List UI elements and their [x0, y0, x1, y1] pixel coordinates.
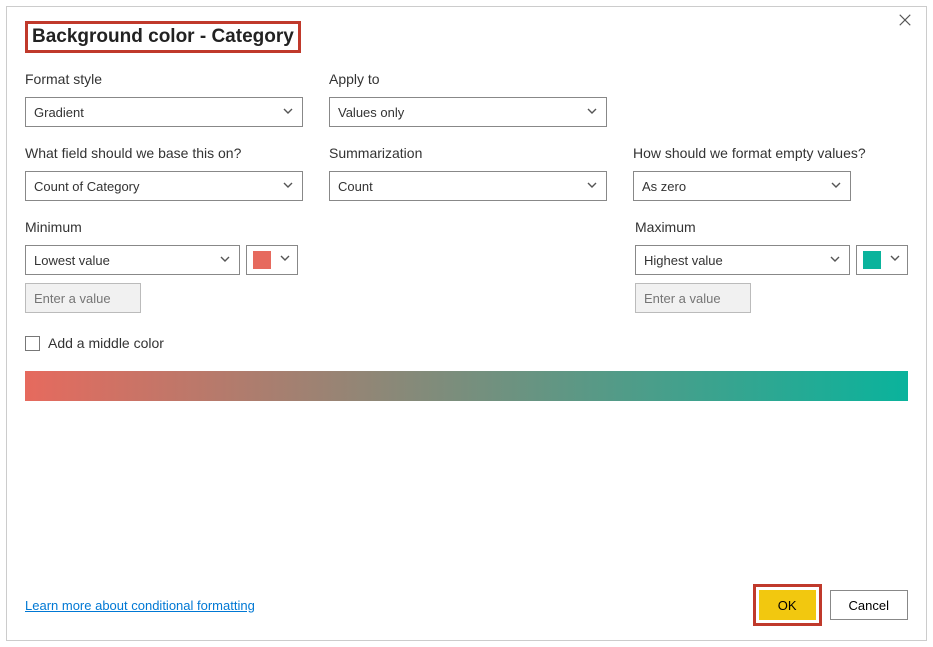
chevron-down-icon [889, 251, 901, 269]
dialog-footer: Learn more about conditional formatting … [25, 584, 908, 626]
maximum-color-picker[interactable] [856, 245, 908, 275]
field-empty-values: How should we format empty values? As ze… [633, 145, 866, 201]
minimum-color-picker[interactable] [246, 245, 298, 275]
chevron-down-icon [829, 253, 841, 268]
base-field-label: What field should we base this on? [25, 145, 303, 161]
maximum-section: Maximum Highest value [635, 219, 908, 313]
field-format-style: Format style Gradient [25, 71, 303, 127]
row-field-summarize-empty: What field should we base this on? Count… [25, 145, 908, 201]
cancel-button[interactable]: Cancel [830, 590, 908, 620]
format-style-dropdown[interactable]: Gradient [25, 97, 303, 127]
chevron-down-icon [282, 105, 294, 120]
maximum-label: Maximum [635, 219, 908, 235]
row-min-max: Minimum Lowest value Maximum Highest val… [25, 219, 908, 313]
dialog-title: Background color - Category [25, 21, 301, 53]
empty-values-value: As zero [642, 179, 686, 194]
empty-values-label: How should we format empty values? [633, 145, 866, 161]
format-style-value: Gradient [34, 105, 84, 120]
chevron-down-icon [830, 179, 842, 194]
maximum-dropdown[interactable]: Highest value [635, 245, 850, 275]
apply-to-value: Values only [338, 105, 404, 120]
minimum-dropdown[interactable]: Lowest value [25, 245, 240, 275]
gradient-preview [25, 371, 908, 401]
chevron-down-icon [282, 179, 294, 194]
maximum-color-swatch [863, 251, 881, 269]
summarization-dropdown[interactable]: Count [329, 171, 607, 201]
chevron-down-icon [219, 253, 231, 268]
field-base-field: What field should we base this on? Count… [25, 145, 303, 201]
conditional-formatting-dialog: Background color - Category Format style… [6, 6, 927, 641]
middle-color-checkbox[interactable] [25, 336, 40, 351]
learn-more-link[interactable]: Learn more about conditional formatting [25, 598, 255, 613]
row-format-apply: Format style Gradient Apply to Values on… [25, 71, 908, 127]
chevron-down-icon [279, 251, 291, 269]
minimum-value: Lowest value [34, 253, 110, 268]
ok-highlight-box: OK [753, 584, 822, 626]
base-field-dropdown[interactable]: Count of Category [25, 171, 303, 201]
minimum-section: Minimum Lowest value [25, 219, 298, 313]
base-field-value: Count of Category [34, 179, 140, 194]
summarization-label: Summarization [329, 145, 607, 161]
close-icon[interactable] [898, 13, 916, 31]
maximum-value-input[interactable] [635, 283, 751, 313]
minimum-label: Minimum [25, 219, 298, 235]
minimum-color-swatch [253, 251, 271, 269]
field-summarization: Summarization Count [329, 145, 607, 201]
summarization-value: Count [338, 179, 373, 194]
chevron-down-icon [586, 179, 598, 194]
footer-buttons: OK Cancel [753, 584, 908, 626]
field-apply-to: Apply to Values only [329, 71, 607, 127]
format-style-label: Format style [25, 71, 303, 87]
chevron-down-icon [586, 105, 598, 120]
apply-to-dropdown[interactable]: Values only [329, 97, 607, 127]
apply-to-label: Apply to [329, 71, 607, 87]
maximum-value: Highest value [644, 253, 723, 268]
minimum-value-input[interactable] [25, 283, 141, 313]
middle-color-label: Add a middle color [48, 335, 164, 351]
empty-values-dropdown[interactable]: As zero [633, 171, 851, 201]
middle-color-row: Add a middle color [25, 335, 908, 351]
ok-button[interactable]: OK [759, 590, 816, 620]
